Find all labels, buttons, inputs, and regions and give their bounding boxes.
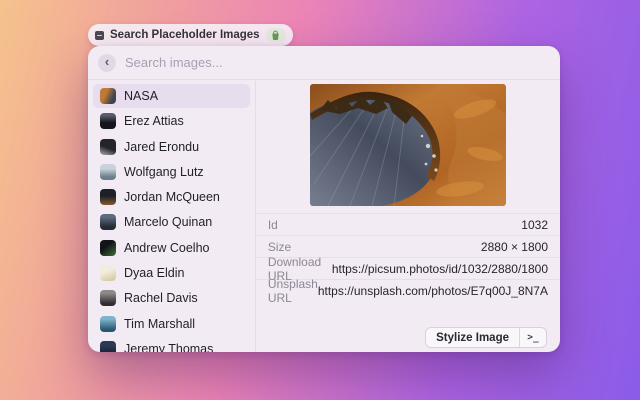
list-item[interactable]: Erez Attias [93, 109, 250, 133]
launcher-pill-title: Search Placeholder Images [110, 29, 260, 41]
metadata-table: Id1032Size2880 × 1800Download URLhttps:/… [256, 213, 560, 301]
metadata-label: Unsplash URL [268, 277, 318, 305]
author-thumbnail [100, 189, 116, 205]
author-thumbnail [100, 240, 116, 256]
search-input[interactable] [125, 55, 550, 70]
metadata-row: Id 1032 [256, 213, 560, 235]
author-name: Jared Erondu [124, 140, 199, 154]
author-thumbnail [100, 164, 116, 180]
metadata-label: Id [268, 218, 278, 232]
metadata-value: 2880 × 1800 [481, 240, 548, 254]
extension-icon [95, 31, 104, 40]
author-name: Wolfgang Lutz [124, 165, 204, 179]
author-thumbnail [100, 214, 116, 230]
author-thumbnail [100, 265, 116, 281]
list-item[interactable]: NASA [93, 84, 250, 108]
author-name: Andrew Coelho [124, 241, 209, 255]
author-name: NASA [124, 89, 158, 103]
author-thumbnail [100, 113, 116, 129]
author-thumbnail [100, 316, 116, 332]
author-name: Marcelo Quinan [124, 215, 212, 229]
author-name: Dyaa Eldin [124, 266, 184, 280]
author-name: Jeremy Thomas [124, 342, 213, 352]
author-thumbnail [100, 290, 116, 306]
stylize-image-label: Stylize Image [426, 328, 519, 347]
author-name: Jordan McQueen [124, 190, 220, 204]
search-bar: ‹ [88, 46, 560, 79]
list-item[interactable]: Wolfgang Lutz [93, 160, 250, 184]
list-item[interactable]: Dyaa Eldin [93, 261, 250, 285]
metadata-value: https://picsum.photos/id/1032/2880/1800 [332, 262, 548, 276]
author-thumbnail [100, 88, 116, 104]
list-item[interactable]: Rachel Davis [93, 286, 250, 310]
author-thumbnail [100, 341, 116, 352]
store-chip[interactable] [266, 28, 286, 42]
extension-window: ‹ NASA Erez Attias Jared Erondu Wolfgang Lu… [88, 46, 560, 352]
terminal-prompt-icon: >_ [520, 328, 546, 347]
back-button[interactable]: ‹ [98, 54, 116, 72]
stylize-image-button[interactable]: Stylize Image >_ [425, 327, 547, 348]
list-item[interactable]: Jeremy Thomas [93, 337, 250, 352]
metadata-value: https://unsplash.com/photos/E7q00J_8N7A [318, 284, 548, 298]
list-item[interactable]: Marcelo Quinan [93, 210, 250, 234]
list-item[interactable]: Jared Erondu [93, 135, 250, 159]
author-name: Rachel Davis [124, 291, 198, 305]
launcher-pill[interactable]: Search Placeholder Images [88, 24, 293, 46]
store-bag-icon [270, 30, 281, 41]
list-item[interactable]: Jordan McQueen [93, 185, 250, 209]
author-name: Erez Attias [124, 114, 184, 128]
metadata-label: Size [268, 240, 291, 254]
author-thumbnail [100, 139, 116, 155]
mars-crater-photo [310, 84, 506, 206]
metadata-row: Unsplash URLhttps://unsplash.com/photos/… [256, 279, 560, 301]
detail-pane: Id1032Size2880 × 1800Download URLhttps:/… [255, 80, 560, 352]
author-list: NASA Erez Attias Jared Erondu Wolfgang Lutz… [88, 80, 255, 352]
metadata-value: 1032 [521, 218, 548, 232]
selected-image-preview [310, 84, 506, 206]
list-item[interactable]: Tim Marshall [93, 312, 250, 336]
list-item[interactable]: Andrew Coelho [93, 236, 250, 260]
author-name: Tim Marshall [124, 317, 195, 331]
